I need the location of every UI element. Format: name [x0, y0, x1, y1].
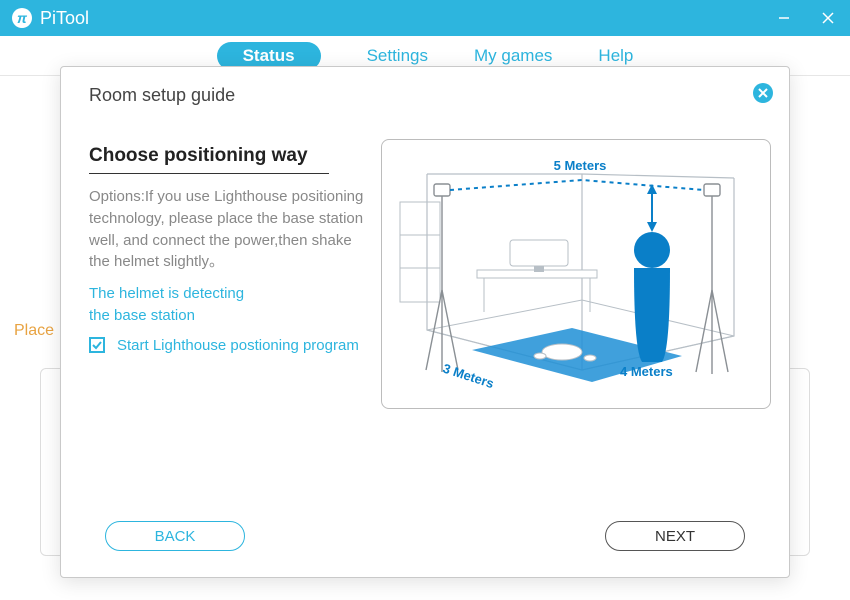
- close-window-button[interactable]: [806, 0, 850, 36]
- app-name: PiTool: [40, 8, 89, 29]
- modal-body-text: Options:If you use Lighthouse positionin…: [89, 186, 369, 273]
- check-icon: [91, 339, 103, 351]
- label-5m: 5 Meters: [554, 158, 607, 173]
- next-button[interactable]: NEXT: [605, 521, 745, 551]
- lighthouse-checkbox-label: Start Lighthouse postioning program: [117, 337, 359, 354]
- room-setup-modal: Room setup guide Choose positioning way …: [60, 66, 790, 578]
- titlebar: π PiTool: [0, 0, 850, 36]
- app-logo: π PiTool: [0, 6, 89, 30]
- back-button[interactable]: BACK: [105, 521, 245, 551]
- modal-close-button[interactable]: [753, 83, 773, 103]
- modal-heading: Choose positioning way: [89, 145, 329, 174]
- modal-title: Room setup guide: [89, 85, 235, 106]
- tab-help[interactable]: Help: [598, 46, 633, 66]
- room-illustration: 5 Meters 4 Meters 3 Meters: [381, 139, 771, 409]
- detection-line-1: The helmet is detecting: [89, 283, 369, 305]
- background-hint-text: Place: [14, 322, 54, 340]
- tab-settings[interactable]: Settings: [367, 46, 428, 66]
- tab-mygames[interactable]: My games: [474, 46, 552, 66]
- label-4m: 4 Meters: [620, 364, 673, 379]
- minimize-button[interactable]: [762, 0, 806, 36]
- detection-status: The helmet is detecting the base station: [89, 283, 369, 327]
- pi-logo-icon: π: [10, 6, 34, 30]
- detection-line-2: the base station: [89, 305, 369, 327]
- lighthouse-checkbox[interactable]: [89, 337, 105, 353]
- svg-text:π: π: [17, 10, 28, 26]
- label-3m: 3 Meters: [441, 361, 496, 392]
